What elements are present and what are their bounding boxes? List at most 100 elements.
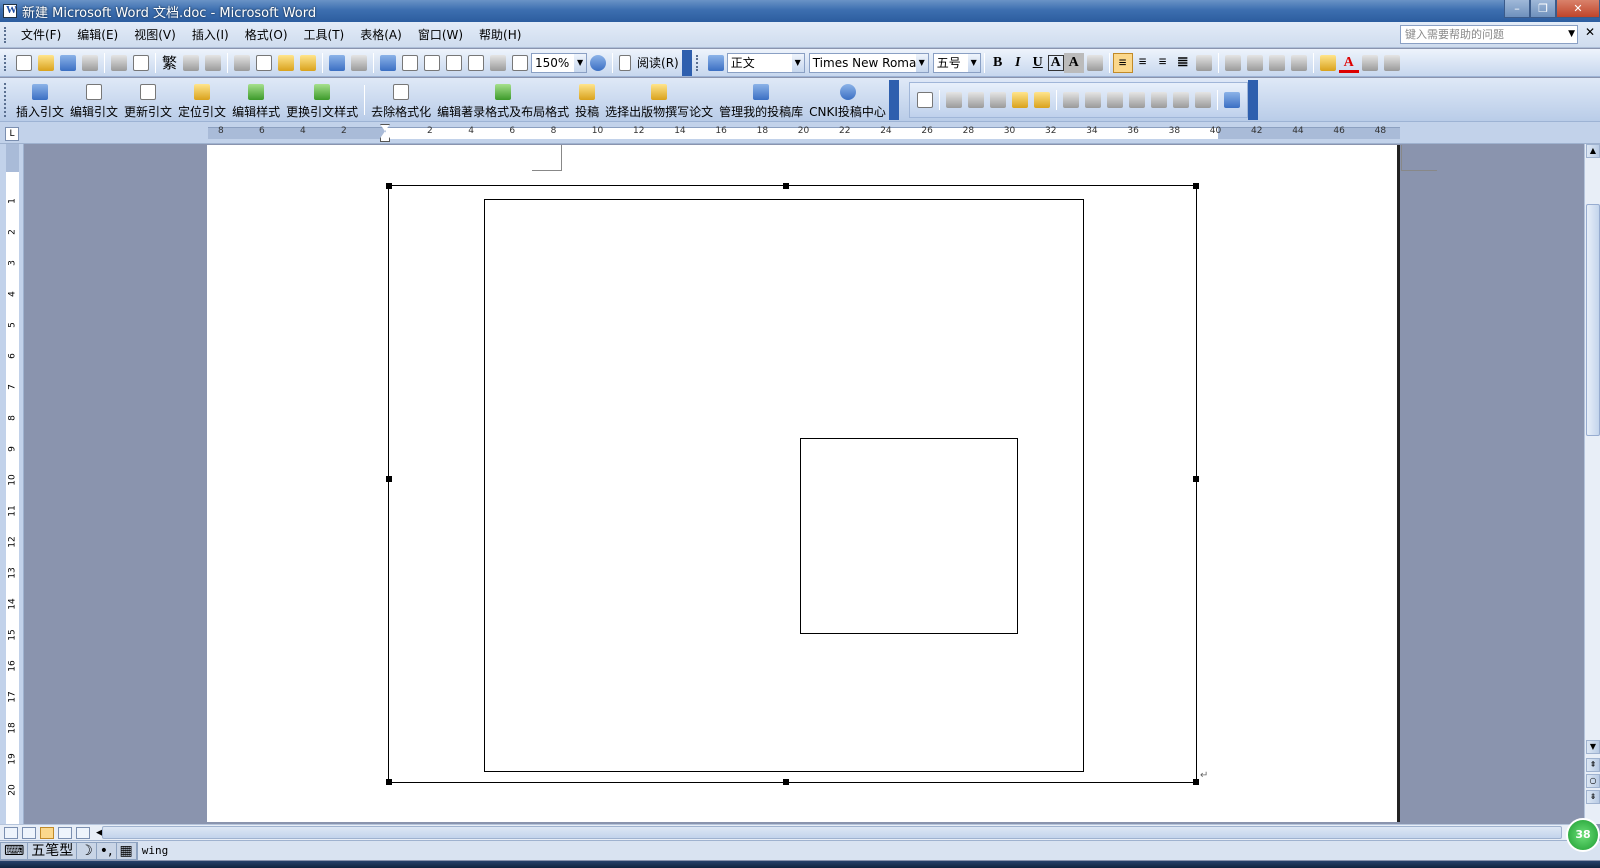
character-shading-button[interactable]: A bbox=[1063, 52, 1084, 73]
resize-handle[interactable] bbox=[783, 779, 789, 785]
menu-format[interactable]: 格式(O) bbox=[237, 24, 296, 46]
document-map-icon[interactable] bbox=[512, 54, 529, 71]
resize-handle[interactable] bbox=[386, 779, 392, 785]
edit-style-button[interactable]: 编辑样式 bbox=[229, 80, 283, 120]
copy-icon[interactable] bbox=[256, 54, 273, 71]
numbering-icon[interactable] bbox=[1224, 54, 1241, 71]
bullets-icon[interactable] bbox=[1246, 54, 1263, 71]
character-border-button[interactable]: A bbox=[1047, 54, 1064, 71]
justify-icon[interactable]: ≣ bbox=[1173, 53, 1193, 73]
set-transparent-icon[interactable] bbox=[1172, 91, 1189, 108]
cut-icon[interactable] bbox=[234, 54, 251, 71]
zoom-select[interactable]: 150% ▼ bbox=[531, 52, 588, 73]
print-preview-icon[interactable] bbox=[133, 54, 149, 71]
update-citation-button[interactable]: 更新引文 bbox=[121, 80, 175, 120]
rotate-icon[interactable] bbox=[1084, 91, 1101, 108]
character-scaling-icon[interactable] bbox=[1086, 54, 1103, 71]
permission-icon[interactable] bbox=[82, 54, 98, 71]
traditional-chinese-button[interactable]: 繁 bbox=[159, 52, 180, 73]
toolbar-overflow[interactable] bbox=[681, 49, 692, 76]
menu-help[interactable]: 帮助(H) bbox=[471, 24, 529, 46]
document-close-button[interactable]: ✕ bbox=[1585, 25, 1595, 39]
select-browse-object-icon[interactable]: ○ bbox=[1586, 774, 1600, 788]
locate-citation-button[interactable]: 定位引文 bbox=[175, 80, 229, 120]
chevron-down-icon[interactable]: ▼ bbox=[791, 53, 804, 72]
insert-citation-button[interactable]: 插入引文 bbox=[13, 80, 67, 120]
toolbar-overflow[interactable] bbox=[888, 79, 899, 120]
resize-handle[interactable] bbox=[386, 476, 392, 482]
inner-rectangle-shape[interactable] bbox=[800, 438, 1018, 634]
chevron-down-icon[interactable]: ▼ bbox=[915, 53, 928, 72]
enclose-characters-icon[interactable] bbox=[1383, 54, 1400, 71]
insert-excel-icon[interactable] bbox=[446, 54, 463, 71]
menu-window[interactable]: 窗口(W) bbox=[410, 24, 471, 46]
vertical-scrollbar[interactable]: ▲ ▼ ⇞ ○ ⇟ bbox=[1584, 144, 1600, 824]
print-icon[interactable] bbox=[111, 54, 127, 71]
fit-drawing-icon[interactable] bbox=[916, 91, 933, 108]
font-color-icon[interactable]: A bbox=[1338, 53, 1359, 73]
scroll-down-icon[interactable]: ▼ bbox=[1586, 740, 1600, 754]
align-left-icon[interactable]: ≡ bbox=[1112, 52, 1133, 73]
toolbar-overflow[interactable] bbox=[1247, 79, 1258, 120]
read-icon[interactable] bbox=[619, 54, 632, 71]
punctuation-toggle[interactable]: •, bbox=[97, 842, 117, 859]
reading-layout-icon[interactable] bbox=[76, 826, 90, 839]
drawing-canvas[interactable] bbox=[386, 183, 1199, 785]
toolbar-grip[interactable] bbox=[4, 54, 7, 71]
outline-view-icon[interactable] bbox=[58, 826, 72, 839]
open-folder-icon[interactable] bbox=[38, 54, 54, 71]
shape-fill-icon[interactable] bbox=[1011, 91, 1028, 108]
tables-borders-icon[interactable] bbox=[402, 54, 419, 71]
menu-view[interactable]: 视图(V) bbox=[126, 24, 184, 46]
chevron-down-icon[interactable]: ▼ bbox=[1568, 26, 1575, 43]
menu-grip[interactable] bbox=[4, 26, 7, 43]
normal-view-icon[interactable] bbox=[4, 826, 18, 839]
highlight-icon[interactable] bbox=[1319, 54, 1336, 71]
ruler-left-margin[interactable] bbox=[208, 127, 386, 139]
cnki-submission-center-button[interactable]: CNKI投稿中心 bbox=[806, 80, 889, 120]
font-size-select[interactable]: 五号 ▼ bbox=[932, 52, 981, 73]
expand-drawing-icon[interactable] bbox=[945, 91, 962, 108]
menu-table[interactable]: 表格(A) bbox=[352, 24, 410, 46]
paste-icon[interactable] bbox=[278, 54, 295, 71]
bold-button[interactable]: B bbox=[988, 53, 1008, 73]
spelling-icon[interactable] bbox=[183, 54, 200, 71]
choose-publication-button[interactable]: 选择出版物撰写论文 bbox=[602, 80, 716, 120]
align-right-icon[interactable]: ≡ bbox=[1153, 53, 1173, 73]
text-wrapping-icon[interactable] bbox=[989, 91, 1006, 108]
word-app-icon[interactable] bbox=[3, 4, 17, 18]
toolbar-grip[interactable] bbox=[695, 54, 699, 71]
undo-icon[interactable] bbox=[329, 54, 346, 71]
help-search-input[interactable]: 键入需要帮助的问题 ▼ bbox=[1400, 25, 1578, 44]
tab-selector[interactable]: L bbox=[5, 127, 19, 141]
vertical-ruler-top-margin[interactable] bbox=[6, 144, 19, 172]
horizontal-scroll-thumb[interactable] bbox=[102, 826, 1562, 839]
ime-logo-icon[interactable]: ⌨ bbox=[1, 842, 29, 859]
help-icon[interactable] bbox=[590, 54, 607, 71]
web-layout-icon[interactable] bbox=[22, 826, 36, 839]
research-icon[interactable] bbox=[205, 54, 222, 71]
print-layout-icon[interactable] bbox=[40, 826, 54, 839]
columns-icon[interactable] bbox=[468, 54, 485, 71]
shape-outline-icon[interactable] bbox=[1033, 91, 1050, 108]
moon-icon[interactable]: ☽ bbox=[77, 842, 97, 859]
chevron-down-icon[interactable]: ▼ bbox=[574, 53, 587, 72]
restore-button[interactable]: ❐ bbox=[1530, 0, 1556, 18]
next-page-icon[interactable]: ⇟ bbox=[1586, 790, 1600, 804]
line-spacing-icon[interactable] bbox=[1195, 54, 1212, 71]
menu-file[interactable]: 文件(F) bbox=[13, 24, 69, 46]
resize-handle[interactable] bbox=[783, 183, 789, 189]
remove-formatting-button[interactable]: 去除格式化 bbox=[368, 80, 434, 120]
compress-icon[interactable] bbox=[1128, 91, 1145, 108]
scale-drawing-icon[interactable] bbox=[967, 91, 984, 108]
picture-options-icon[interactable] bbox=[1223, 91, 1240, 108]
redo-icon[interactable] bbox=[351, 54, 368, 71]
phonetic-guide-icon[interactable] bbox=[1361, 54, 1378, 71]
scroll-up-icon[interactable]: ▲ bbox=[1586, 144, 1600, 158]
italic-button[interactable]: I bbox=[1008, 53, 1028, 73]
manage-submissions-button[interactable]: 管理我的投稿库 bbox=[716, 80, 806, 120]
menu-insert[interactable]: 插入(I) bbox=[184, 24, 237, 46]
align-center-icon[interactable]: ≡ bbox=[1133, 53, 1153, 73]
resize-handle[interactable] bbox=[386, 183, 392, 189]
save-icon[interactable] bbox=[60, 54, 76, 71]
